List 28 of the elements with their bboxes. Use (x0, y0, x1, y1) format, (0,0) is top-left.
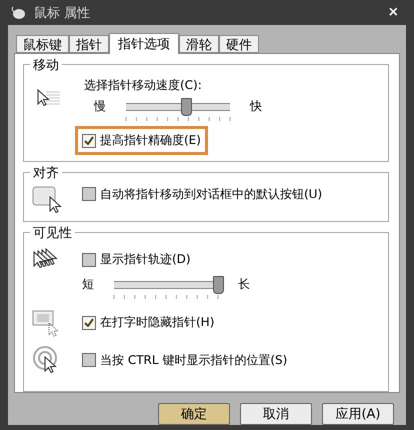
checkbox[interactable]: 显示指针轨迹(D) (75, 245, 198, 274)
dialog-button[interactable]: 确定 (158, 403, 230, 425)
slow-label: 慢 (94, 98, 106, 115)
dialog-button[interactable]: 应用(A) (322, 403, 394, 425)
tab[interactable]: 指针 (69, 35, 109, 53)
checkbox[interactable]: 在打字时隐藏指针(H) (75, 308, 222, 337)
short-label: 短 (82, 276, 94, 293)
checkmark-icon (84, 318, 94, 327)
slider-thumb[interactable] (213, 276, 224, 294)
tab[interactable]: 硬件 (219, 35, 259, 53)
tab[interactable]: 鼠标键 (16, 35, 69, 53)
checkbox[interactable]: 自动将指针移动到对话框中的默认按钮(U) (75, 180, 330, 208)
speed-label: 选择指针移动速度(C): (84, 77, 203, 94)
long-label: 长 (238, 276, 250, 293)
checkbox[interactable]: 提高指针精确度(E) (75, 126, 208, 155)
group-title: 移动 (30, 56, 62, 74)
mouse-icon (10, 6, 26, 20)
dialog-button[interactable]: 取消 (240, 403, 312, 425)
group-title: 可见性 (30, 224, 75, 242)
checkmark-icon (84, 136, 94, 145)
window-title: 鼠标 属性 (34, 4, 92, 22)
tab[interactable]: 滑轮 (179, 35, 219, 53)
slider-thumb[interactable] (181, 98, 192, 116)
tab[interactable]: 指针选项 (109, 33, 179, 54)
close-button[interactable]: × (382, 4, 404, 22)
checkbox[interactable]: 当按 CTRL 键时显示指针的位置(S) (75, 346, 294, 374)
group-title: 对齐 (30, 164, 62, 182)
fast-label: 快 (250, 98, 262, 115)
